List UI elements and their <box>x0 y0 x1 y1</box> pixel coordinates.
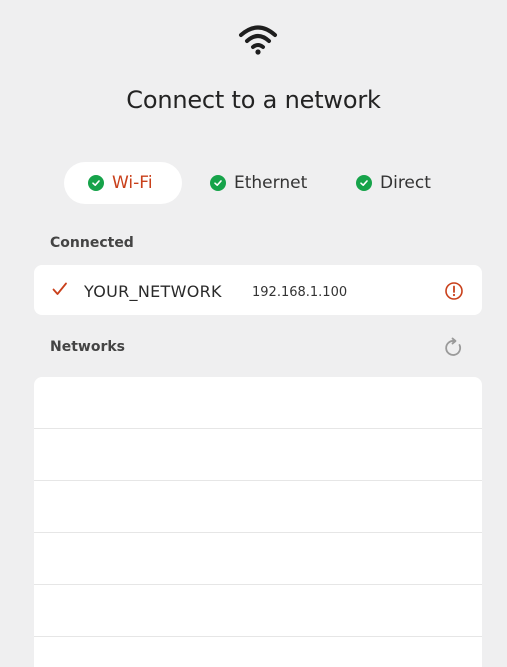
checkmark-icon <box>52 281 68 297</box>
list-item[interactable] <box>34 377 482 429</box>
connection-type-tabs: Wi-Fi Ethernet Direct <box>0 162 507 204</box>
connected-network-name: YOUR_NETWORK <box>84 282 222 301</box>
tab-wifi[interactable]: Wi-Fi <box>64 162 182 204</box>
check-circle-icon <box>356 175 372 191</box>
tab-direct[interactable]: Direct <box>332 162 455 204</box>
check-circle-icon <box>210 175 226 191</box>
list-item[interactable] <box>34 637 482 667</box>
networks-list <box>34 377 482 667</box>
list-item[interactable] <box>34 533 482 585</box>
connected-section-label: Connected <box>50 235 134 251</box>
networks-section-label: Networks <box>50 339 126 355</box>
page-title: Connect to a network <box>126 86 381 114</box>
refresh-icon[interactable] <box>443 337 465 359</box>
connected-network-card[interactable]: YOUR_NETWORK 192.168.1.100 <box>34 265 482 315</box>
ip-address: 192.168.1.100 <box>252 285 348 300</box>
list-item[interactable] <box>34 481 482 533</box>
tab-ethernet[interactable]: Ethernet <box>186 162 331 204</box>
info-icon[interactable] <box>444 281 464 301</box>
tab-label: Ethernet <box>234 173 308 193</box>
tab-label: Direct <box>380 173 431 193</box>
tab-label: Wi-Fi <box>112 173 153 193</box>
check-circle-icon <box>88 175 104 191</box>
wifi-icon <box>238 24 278 56</box>
list-item[interactable] <box>34 429 482 481</box>
list-item[interactable] <box>34 585 482 637</box>
